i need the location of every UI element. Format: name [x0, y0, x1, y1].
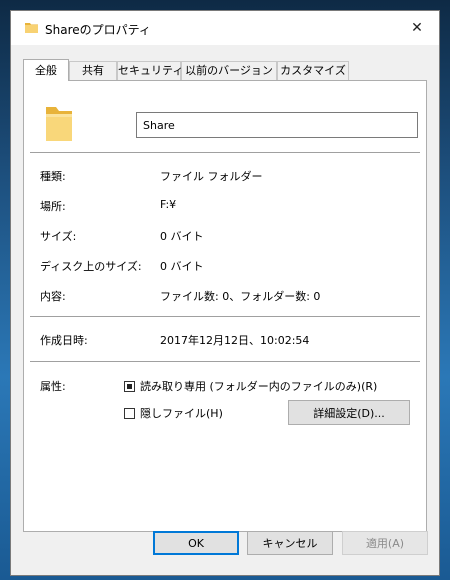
tab-label: カスタマイズ [280, 64, 346, 77]
folder-icon [25, 23, 38, 33]
hidden-checkbox[interactable]: 隠しファイル(H) [124, 405, 223, 421]
properties-dialog: Shareのプロパティ ✕ 全般 共有 セキュリティ 以前のバージョン カスタマ… [10, 10, 440, 576]
created-label: 作成日時: [40, 334, 88, 347]
tab-label: 全般 [35, 64, 57, 77]
folder-icon [46, 107, 72, 141]
attributes-label: 属性: [40, 380, 66, 393]
size-value: 0 バイト [160, 230, 204, 243]
disk-size-value: 0 バイト [160, 260, 204, 273]
type-value: ファイル フォルダー [160, 170, 263, 183]
divider [30, 316, 420, 317]
divider [30, 361, 420, 362]
folder-name-input[interactable] [136, 112, 418, 138]
advanced-button[interactable]: 詳細設定(D)... [288, 400, 410, 425]
close-icon: ✕ [411, 20, 423, 36]
location-label: 場所: [40, 200, 66, 213]
tab-general[interactable]: 全般 [23, 59, 69, 81]
ok-button[interactable]: OK [153, 531, 239, 555]
contents-label: 内容: [40, 290, 66, 303]
tab-previous-versions[interactable]: 以前のバージョン [181, 61, 277, 80]
tab-security[interactable]: セキュリティ [117, 61, 184, 80]
cancel-button[interactable]: キャンセル [247, 531, 333, 555]
title-bar: Shareのプロパティ ✕ [11, 11, 439, 45]
tab-label: セキュリティ [118, 64, 184, 77]
created-value: 2017年12月12日、10:02:54 [160, 334, 310, 347]
window-title: Shareのプロパティ [45, 23, 151, 37]
type-label: 種類: [40, 170, 66, 183]
hidden-checkbox-label: 隠しファイル(H) [140, 407, 223, 420]
general-tab-panel: 種類: ファイル フォルダー 場所: F:¥ サイズ: 0 バイト ディスク上の… [23, 80, 427, 532]
tab-sharing[interactable]: 共有 [69, 61, 117, 80]
location-value: F:¥ [160, 198, 177, 211]
contents-value: ファイル数: 0、フォルダー数: 0 [160, 290, 321, 303]
apply-button[interactable]: 適用(A) [342, 531, 428, 555]
readonly-checkbox[interactable]: 読み取り専用 (フォルダー内のファイルのみ)(R) [124, 378, 377, 394]
checkbox-unchecked-icon [124, 407, 135, 419]
readonly-checkbox-label: 読み取り専用 (フォルダー内のファイルのみ)(R) [140, 380, 378, 393]
disk-size-label: ディスク上のサイズ: [40, 260, 142, 273]
tab-customize[interactable]: カスタマイズ [277, 61, 349, 80]
close-button[interactable]: ✕ [395, 11, 439, 45]
tab-label: 共有 [82, 64, 104, 77]
size-label: サイズ: [40, 230, 77, 243]
divider [30, 152, 420, 153]
checkbox-checked-icon [124, 380, 135, 392]
tab-label: 以前のバージョン [185, 64, 273, 77]
